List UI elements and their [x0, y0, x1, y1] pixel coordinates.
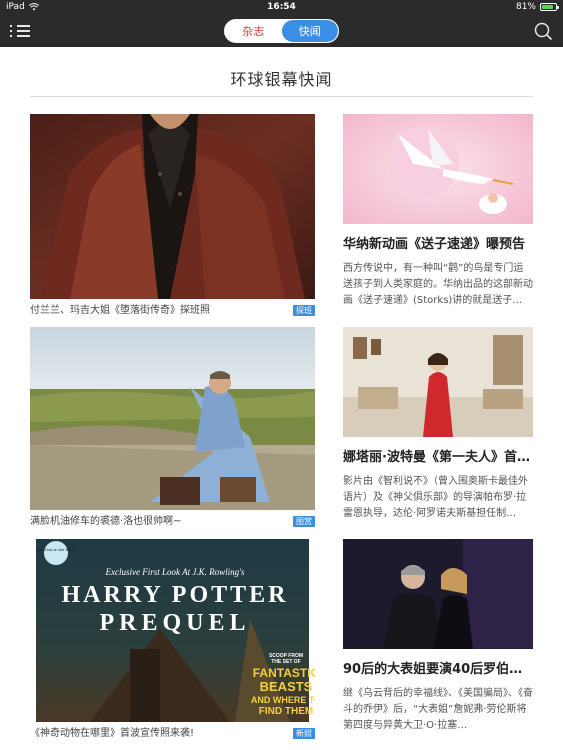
menu-icon[interactable]	[10, 22, 30, 40]
card-headline: 娜塔丽·波特曼《第一夫人》首…	[343, 450, 530, 465]
cover-fb4: FIND THEM	[259, 706, 313, 717]
card-image	[343, 327, 533, 437]
cover-badge: Scoot kid on the Block!	[36, 547, 77, 552]
battery-percent: 81%	[515, 2, 536, 12]
search-icon[interactable]	[533, 21, 553, 41]
cover-exclusive: Exclusive First Look At J.K. Rowling's	[105, 567, 245, 577]
nav-bar: 杂志 快闻	[0, 15, 563, 47]
title-divider	[30, 96, 533, 97]
segment-control: 杂志 快闻	[224, 19, 339, 43]
caption-text: 《神奇动物在哪里》首波宣传照来袭!	[30, 728, 195, 739]
caption-text: 满脸机油修车的裘德·洛也很帅啊~	[30, 516, 182, 527]
tab-news[interactable]: 快闻	[281, 20, 338, 42]
card-headline: 90后的大表姐要演40后罗伯…	[343, 662, 523, 677]
card-description: 西方传说中，有一种叫“鹳”的鸟是专门运送孩子到人类家庭的。华纳出品的这部新动画《…	[343, 263, 533, 306]
card-description: 影片由《智利说不》（曾入围奥斯卡最佳外语片）及《神父俱乐部》的导演帕布罗·拉雷恩…	[343, 476, 528, 519]
card-image: Scoot kid on the Block! Exclusive First …	[30, 539, 315, 722]
tab-magazine[interactable]: 杂志	[225, 20, 282, 42]
card-caption: 付兰兰、玛吉大姐《堕落街传奇》探班照 探班	[30, 304, 315, 318]
news-card-large[interactable]: 满脸机油修车的裘德·洛也很帅啊~ 图赏	[30, 327, 315, 529]
cover-fb1: FANTASTIC	[253, 666, 315, 680]
card-image	[343, 539, 533, 649]
battery-icon	[540, 3, 559, 11]
section-title: 环球银幕快闻	[230, 70, 333, 89]
cover-line2: PREQUEL	[99, 610, 250, 636]
news-card-small[interactable]: 90后的大表姐要演40后罗伯… 继《乌云背后的幸福线》、《美国骗局》、《奋斗的乔…	[343, 539, 533, 734]
card-image	[30, 114, 315, 299]
card-headline: 华纳新动画《送子速递》曝预告	[343, 237, 526, 252]
category-tag: 新照	[293, 728, 315, 739]
status-time: 16:54	[267, 2, 296, 12]
news-card-large[interactable]: 付兰兰、玛吉大姐《堕落街传奇》探班照 探班	[30, 114, 315, 318]
status-right: 81%	[515, 2, 559, 12]
card-image	[30, 327, 315, 510]
cover-fb3: AND WHERE TO	[251, 695, 315, 705]
news-card-small[interactable]: 娜塔丽·波特曼《第一夫人》首… 影片由《智利说不》（曾入围奥斯卡最佳外语片）及《…	[343, 327, 533, 522]
category-tag: 探班	[293, 305, 315, 316]
cover-scoop2: THE SET OF	[271, 659, 300, 665]
category-tag: 图赏	[293, 516, 315, 527]
card-image	[343, 114, 533, 224]
cover-fb2: BEASTS	[260, 679, 313, 694]
cover-line1: HARRY POTTER	[62, 582, 289, 608]
caption-text: 付兰兰、玛吉大姐《堕落街传奇》探班照	[30, 305, 210, 316]
status-bar: iPad 16:54 81%	[0, 0, 563, 15]
news-card-large[interactable]: Scoot kid on the Block! Exclusive First …	[30, 539, 315, 741]
news-card-small[interactable]: 华纳新动画《送子速递》曝预告 西方传说中，有一种叫“鹳”的鸟是专门运送孩子到人类…	[343, 114, 533, 309]
card-caption: 《神奇动物在哪里》首波宣传照来袭! 新照	[30, 727, 315, 741]
card-description: 继《乌云背后的幸福线》、《美国骗局》、《奋斗的乔伊》后，“大表姐”詹妮弗·劳伦斯…	[343, 688, 533, 731]
card-caption: 满脸机油修车的裘德·洛也很帅啊~ 图赏	[30, 515, 315, 529]
